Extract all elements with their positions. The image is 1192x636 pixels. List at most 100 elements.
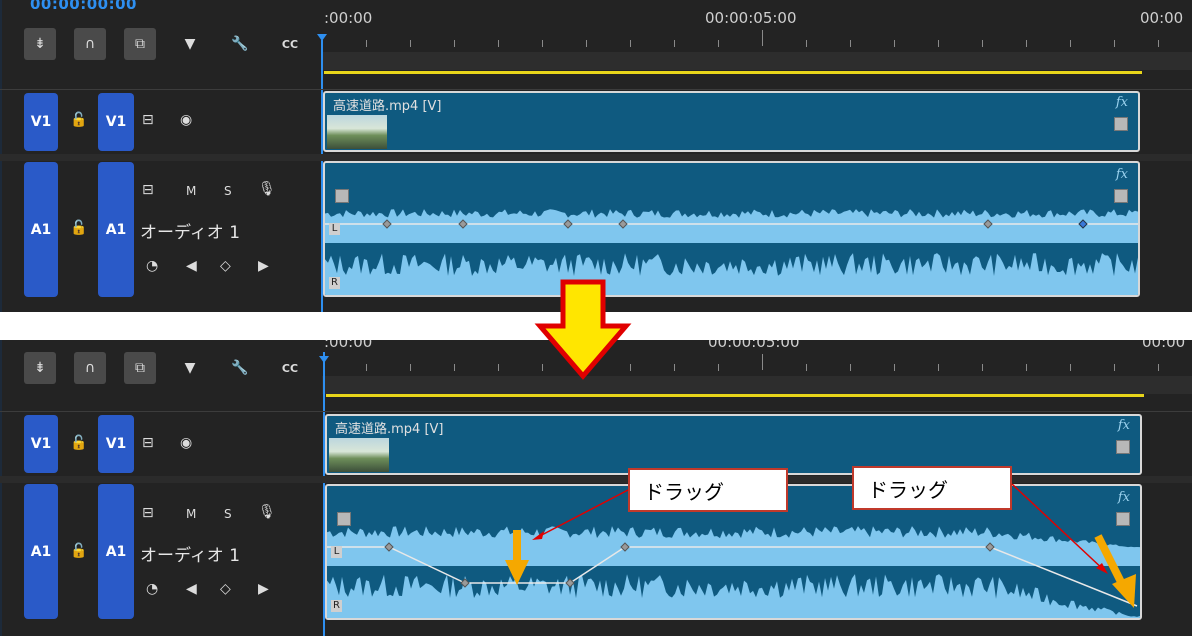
ruler-tick xyxy=(938,40,939,47)
video-clip[interactable]: 高速道路.mp4 [V] fx xyxy=(323,91,1140,152)
ruler-tick xyxy=(850,40,851,47)
solo-button[interactable]: S xyxy=(224,507,232,521)
playhead-handle[interactable] xyxy=(319,356,329,363)
ruler-tick xyxy=(850,364,851,371)
ruler-tick xyxy=(630,40,631,47)
ruler-tick xyxy=(982,40,983,47)
ruler-label-start: :00:00 xyxy=(324,9,373,27)
left-channel-label: L xyxy=(329,223,340,235)
microphone-icon[interactable]: 🎙 xyxy=(258,504,276,520)
sync-lock-icon[interactable]: ⊟ xyxy=(142,435,154,451)
a1-target-patch[interactable]: A1 xyxy=(98,162,134,297)
ruler-tick xyxy=(938,364,939,371)
v1-target-patch[interactable]: V1 xyxy=(98,415,134,473)
v1-target-patch[interactable]: V1 xyxy=(98,93,134,151)
ruler-tick xyxy=(762,30,763,46)
mute-button[interactable]: M xyxy=(186,507,196,521)
drag-callout-left: ドラッグ xyxy=(628,468,788,512)
video-clip-title: 高速道路.mp4 [V] xyxy=(333,99,442,114)
lock-icon[interactable]: 🔓 xyxy=(70,543,87,559)
audio-clip[interactable]: fx L R xyxy=(323,161,1140,297)
work-area-bar[interactable] xyxy=(322,376,1192,394)
audio-track-name[interactable]: オーディオ 1 xyxy=(140,541,240,566)
video-clip[interactable]: 高速道路.mp4 [V] fx xyxy=(325,414,1142,475)
lock-icon[interactable]: 🔓 xyxy=(70,112,87,128)
ruler-tick xyxy=(586,364,587,371)
ruler-tick xyxy=(674,40,675,47)
a1-target-patch[interactable]: A1 xyxy=(98,484,134,619)
add-keyframe-icon[interactable]: ◇ xyxy=(220,581,231,597)
lock-icon[interactable]: 🔓 xyxy=(70,220,87,236)
work-area-yellow xyxy=(324,71,1142,74)
fx-badge[interactable]: fx xyxy=(1118,418,1130,433)
ruler-tick xyxy=(366,364,367,371)
wrench-icon[interactable]: 🔧 xyxy=(224,28,256,60)
snap-button[interactable]: ∩ xyxy=(74,352,106,384)
time-ruler[interactable]: :00:00 00:00:05:00 00:00 xyxy=(322,0,1192,52)
captions-icon[interactable]: CC xyxy=(274,352,306,384)
next-keyframe-icon[interactable]: ▶ xyxy=(258,581,269,597)
ruler-tick xyxy=(806,364,807,371)
divider xyxy=(0,89,1192,90)
sync-lock-icon[interactable]: ⊟ xyxy=(142,182,154,198)
sync-lock-icon[interactable]: ⊟ xyxy=(142,112,154,128)
marker-icon[interactable]: ▼ xyxy=(174,352,206,384)
a1-source-patch[interactable]: A1 xyxy=(24,162,58,297)
right-channel-label: R xyxy=(331,600,342,612)
microphone-icon[interactable]: 🎙 xyxy=(258,181,276,197)
snap-button[interactable]: ∩ xyxy=(74,28,106,60)
captions-icon[interactable]: CC xyxy=(274,28,306,60)
panel-left-edge xyxy=(0,340,2,636)
linked-selection-button[interactable]: ⧉ xyxy=(124,352,156,384)
next-keyframe-icon[interactable]: ▶ xyxy=(258,258,269,274)
ruler-tick xyxy=(1114,364,1115,371)
marker-icon[interactable]: ▼ xyxy=(174,28,206,60)
ruler-label-5s: 00:00:05:00 xyxy=(705,9,797,27)
ruler-tick xyxy=(630,364,631,371)
work-area-yellow xyxy=(326,394,1144,397)
insert-edit-button[interactable]: ⇟ xyxy=(24,28,56,60)
ruler-tick xyxy=(542,364,543,371)
mute-button[interactable]: M xyxy=(186,184,196,198)
previous-keyframe-icon[interactable]: ◀ xyxy=(186,258,197,274)
ruler-tick xyxy=(454,40,455,47)
add-keyframe-icon[interactable]: ◇ xyxy=(220,258,231,274)
v1-source-patch[interactable]: V1 xyxy=(24,415,58,473)
lock-icon[interactable]: 🔓 xyxy=(70,435,87,451)
ruler-tick xyxy=(894,364,895,371)
time-ruler[interactable]: :00:00 00:00:05:00 00:00 xyxy=(322,340,1192,376)
ruler-tick xyxy=(762,354,763,370)
ruler-label-start: :00:00 xyxy=(324,340,373,351)
work-area-bar[interactable] xyxy=(322,52,1192,70)
previous-keyframe-icon[interactable]: ◀ xyxy=(186,581,197,597)
ruler-label-end: 00:00 xyxy=(1140,9,1184,27)
sync-lock-icon[interactable]: ⊟ xyxy=(142,505,154,521)
audio-waveform xyxy=(325,209,1138,295)
volume-level-icon[interactable]: ◔ xyxy=(146,258,158,274)
left-channel-label: L xyxy=(331,546,342,558)
right-channel-label: R xyxy=(329,277,340,289)
volume-level-icon[interactable]: ◔ xyxy=(146,581,158,597)
ruler-tick xyxy=(894,40,895,47)
wrench-icon[interactable]: 🔧 xyxy=(224,352,256,384)
linked-selection-button[interactable]: ⧉ xyxy=(124,28,156,60)
ruler-tick xyxy=(454,364,455,371)
eye-icon[interactable]: ◉ xyxy=(180,112,192,128)
timecode-display[interactable]: 00:00:00:00 xyxy=(30,0,137,13)
playhead-handle[interactable] xyxy=(317,34,327,41)
divider xyxy=(0,411,1192,412)
video-clip-title: 高速道路.mp4 [V] xyxy=(335,422,444,437)
a1-source-patch[interactable]: A1 xyxy=(24,484,58,619)
solo-button[interactable]: S xyxy=(224,184,232,198)
ruler-tick xyxy=(718,40,719,47)
ruler-tick xyxy=(410,364,411,371)
ruler-tick xyxy=(498,40,499,47)
fx-badge[interactable]: fx xyxy=(1116,95,1128,110)
ruler-tick xyxy=(1158,364,1159,371)
insert-edit-button[interactable]: ⇟ xyxy=(24,352,56,384)
v1-source-patch[interactable]: V1 xyxy=(24,93,58,151)
ruler-tick xyxy=(982,364,983,371)
audio-track-name[interactable]: オーディオ 1 xyxy=(140,218,240,243)
ruler-tick xyxy=(1026,40,1027,47)
eye-icon[interactable]: ◉ xyxy=(180,435,192,451)
